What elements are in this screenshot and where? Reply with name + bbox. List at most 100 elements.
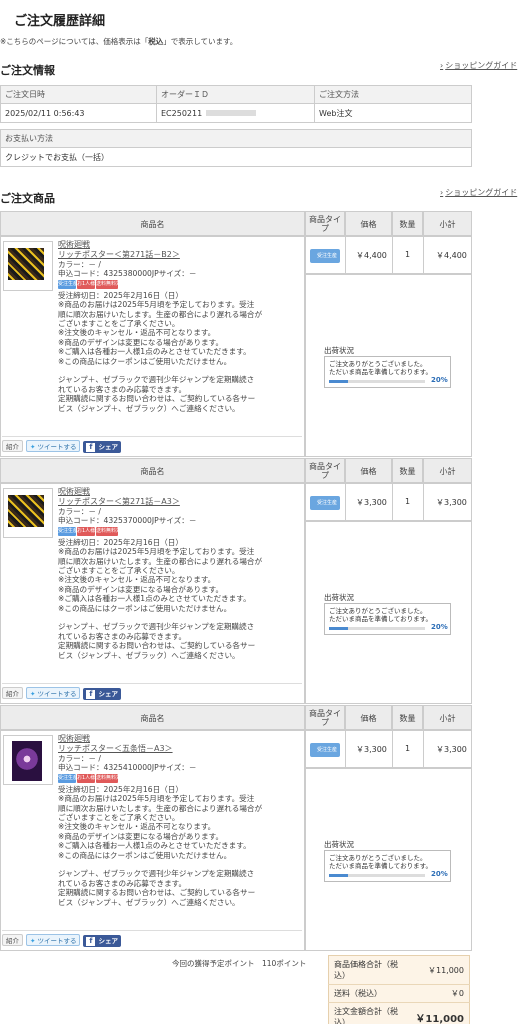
col-divider <box>423 236 424 274</box>
shopping-guide-link-2[interactable]: › ショッピングガイド <box>440 187 517 198</box>
product-note-line: ※商品のお届けは2025年5月頃を予定しております。受注 <box>58 547 255 557</box>
intro-button[interactable]: 紹介 <box>2 687 23 699</box>
product-note-line: ※ご購入は各種お一人様1点のみとさせていただきます。 <box>58 594 251 604</box>
product-brand-link[interactable]: 呪術廻戦 <box>58 734 303 744</box>
product-price: ￥4,400 <box>356 251 387 260</box>
payment-header: お支払い方法 <box>0 129 472 148</box>
product-thumbnail[interactable] <box>3 241 53 291</box>
product-note-line: ※注文後のキャンセル・返品不可となります。 <box>58 328 216 338</box>
subtotal-value: ￥11,000 <box>410 955 470 985</box>
product-note-line: ※注文後のキャンセル・返品不可となります。 <box>58 822 216 832</box>
badge-row: 受注生産お1人様1点送料無料対象外 <box>58 279 303 291</box>
shipping-message-1: ご注文ありがとうございました。 <box>329 854 427 862</box>
twitter-bird-icon: ✦ <box>30 443 36 451</box>
product-note-line: 順に順次お届けいたします。生産の都合により遅れる場合が <box>58 556 263 566</box>
progress-fill <box>329 627 349 630</box>
product-title-link[interactable]: リッチポスター＜第271話－B2＞ <box>58 250 303 260</box>
facebook-share-label: シェア <box>98 937 118 945</box>
col-qty-header: 数量 <box>392 211 423 236</box>
col-price-header: 価格 <box>345 458 392 483</box>
col-qty-header: 数量 <box>392 458 423 483</box>
product-badge: お1人様1点 <box>77 526 95 536</box>
product-badge: お1人様1点 <box>77 279 95 289</box>
product-note-line: ※この商品にはクーポンはご使用いただけません。 <box>58 850 232 860</box>
progress-row: 20% <box>329 623 448 631</box>
tweet-button[interactable]: ✦ ツイートする <box>26 440 81 452</box>
shopping-guide-link[interactable]: › ショッピングガイド <box>440 60 517 71</box>
order-method-header: ご注文方法 <box>314 85 472 104</box>
col-name-header: 商品名 <box>0 211 305 236</box>
poster-image <box>8 495 44 527</box>
product-note-line: ※商品のデザインは変更になる場合があります。 <box>58 584 224 594</box>
product-note-line: 定期購読に関するお問い合わせは、ご契約している各サー <box>58 394 256 404</box>
product-note-line: ジャンプ＋、ゼブラックで週刊少年ジャンプを定期購読さ <box>58 375 255 385</box>
progress-bar <box>329 380 425 383</box>
payment-value: クレジットでお支払（一括） <box>0 147 472 167</box>
page-title: ご注文履歴詳細 <box>14 14 106 29</box>
product-note-line: 受注締切日：2025年2月16日（日） <box>58 784 183 794</box>
product-subtotal: ￥3,300 <box>436 498 467 507</box>
product-note-line: ※商品のデザインは変更になる場合があります。 <box>58 337 224 347</box>
tweet-button[interactable]: ✦ ツイートする <box>26 934 81 946</box>
col-subtotal-header: 小計 <box>423 458 472 483</box>
tweet-button[interactable]: ✦ ツイートする <box>26 687 81 699</box>
shipping-status-label: 出荷状況 <box>324 346 354 355</box>
product-note-line: ※この商品にはクーポンはご使用いただけません。 <box>58 356 232 366</box>
progress-percent: 20% <box>431 870 448 878</box>
product-type-label: 受注生産 <box>316 500 337 506</box>
product-subtotal: ￥4,400 <box>436 251 467 260</box>
facebook-share-label: シェア <box>98 690 118 698</box>
product-block: 商品名 商品タイプ 価格 数量 小計 受注生産 ￥3,300 1 ￥3,300 呪術廻戦 リッチポス… <box>0 705 472 951</box>
col-divider <box>392 730 393 768</box>
product-thumbnail[interactable] <box>3 735 53 785</box>
product-type-label: 受注生産 <box>316 747 337 753</box>
shipping-message-2: ただいま商品を準備しております。 <box>329 615 432 623</box>
product-note-line: ジャンプ＋、ゼブラックで週刊少年ジャンプを定期購読さ <box>58 622 255 632</box>
product-code: 申込コード：4325410000JPサイズ：－ <box>58 763 197 773</box>
shipping-status-box: ご注文ありがとうございました。 ただいま商品を準備しております。 20% <box>324 603 451 635</box>
product-brand-link[interactable]: 呪術廻戦 <box>58 240 303 250</box>
col-divider <box>392 483 393 521</box>
order-info-heading: ご注文情報 <box>0 64 55 77</box>
product-title-link[interactable]: リッチポスター＜五条悟－A3＞ <box>58 744 303 754</box>
progress-bar <box>329 874 425 877</box>
col-price-header: 価格 <box>345 211 392 236</box>
product-title-link[interactable]: リッチポスター＜第271話－A3＞ <box>58 497 303 507</box>
product-note-line: ビス（ジャンプ＋、ゼブラック）へご連絡ください。 <box>58 403 240 413</box>
facebook-share-button[interactable]: f シェア <box>83 935 121 947</box>
product-note-line: 定期購読に関するお問い合わせは、ご契約している各サー <box>58 888 256 898</box>
facebook-icon: f <box>86 690 96 699</box>
facebook-share-button[interactable]: f シェア <box>83 688 121 700</box>
product-type-icon: 受注生産 <box>310 743 340 757</box>
progress-row: 20% <box>329 870 448 878</box>
product-code: 申込コード：4325380000JPサイズ：－ <box>58 269 197 279</box>
product-note-line: れているお客さまのみ応募できます。 <box>58 384 187 394</box>
shipping-status-label: 出荷状況 <box>324 593 354 602</box>
product-thumbnail[interactable] <box>3 488 53 538</box>
product-qty: 1 <box>405 497 411 506</box>
shipping-fee-value: ￥0 <box>410 984 470 1003</box>
product-note-line: 受注締切日：2025年2月16日（日） <box>58 290 183 300</box>
product-note-line: 順に順次お届けいたします。生産の都合により遅れる場合が <box>58 803 263 813</box>
col-price-header: 価格 <box>345 705 392 730</box>
shipping-status-label: 出荷状況 <box>324 840 354 849</box>
product-badge: 受注生産 <box>58 526 76 536</box>
product-brand-link[interactable]: 呪術廻戦 <box>58 487 303 497</box>
poster-image <box>12 741 42 781</box>
twitter-bird-icon: ✦ <box>30 937 36 945</box>
product-note-line: れているお客さまのみ応募できます。 <box>58 631 187 641</box>
product-details: 呪術廻戦 リッチポスター＜第271話－B2＞ カラー：－ / 申込コード：432538… <box>58 240 303 413</box>
subtotal-label: 商品価格合計（税込） <box>328 955 411 985</box>
product-badge: 送料無料対象外 <box>96 773 118 783</box>
intro-button[interactable]: 紹介 <box>2 440 23 452</box>
tax-note: ※こちらのページについては、価格表示は「税込」で表示しています。 <box>0 37 238 46</box>
col-name-header: 商品名 <box>0 458 305 483</box>
progress-bar <box>329 627 425 630</box>
facebook-icon: f <box>86 937 96 946</box>
product-note-line: ※ご購入は各種お一人様1点のみとさせていただきます。 <box>58 841 251 851</box>
intro-button[interactable]: 紹介 <box>2 934 23 946</box>
progress-fill <box>329 380 349 383</box>
product-details: 呪術廻戦 リッチポスター＜五条悟－A3＞ カラー：－ / 申込コード：43254100… <box>58 734 303 907</box>
facebook-share-button[interactable]: f シェア <box>83 441 121 453</box>
product-note-line: 受注締切日：2025年2月16日（日） <box>58 537 183 547</box>
